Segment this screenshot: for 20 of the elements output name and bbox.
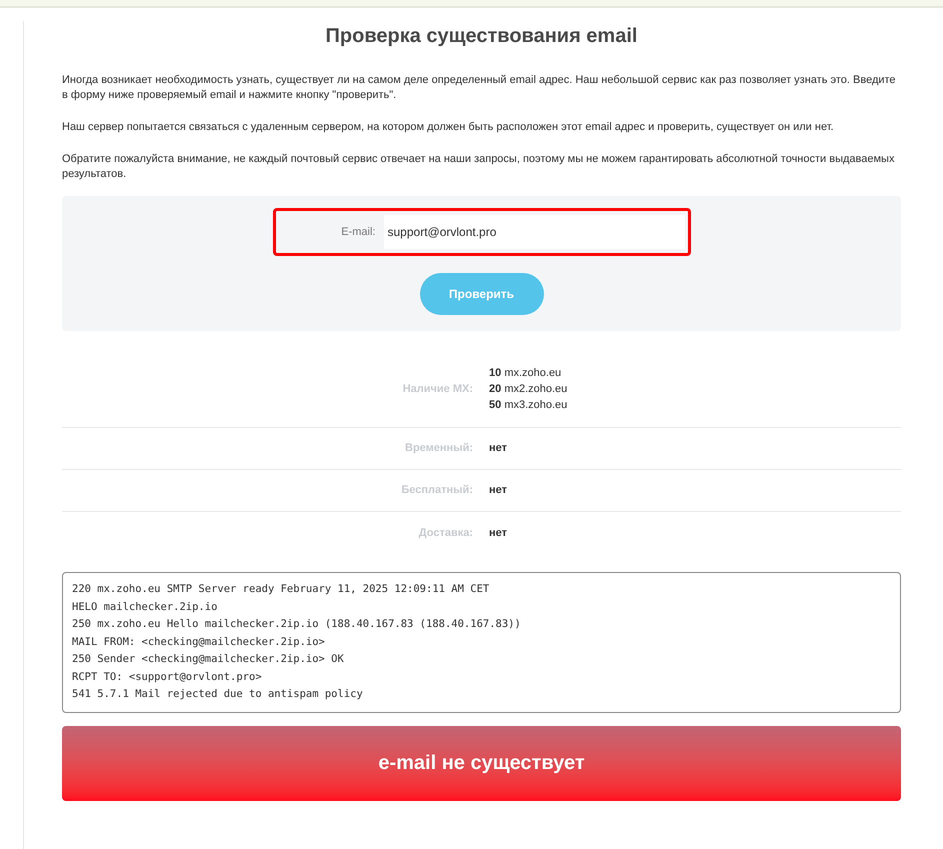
log-line: 250 Sender <checking@mailchecker.2ip.io> OK	[72, 652, 345, 667]
log-line: RCPT TO: <support@orvlont.pro>	[72, 670, 263, 684]
email-label: E-mail:	[340, 224, 376, 240]
intro-paragraph: Иногда возникает необходимость узнать, существует ли на самом деле определенный email адрес. Наш небольшой сервис как раз позволяет узнать это. Введите в форму ниже проверяемый email и нажмите кнопку "проверить".	[62, 73, 897, 103]
result-text: e-mail не существует	[378, 751, 585, 776]
mx-record: 20 mx2.zoho.eu	[489, 382, 568, 397]
result-value: нет	[489, 484, 508, 496]
result-value: нет	[489, 442, 508, 454]
log-line: HELO mailchecker.2ip.io	[72, 600, 218, 614]
log-line: MAIL FROM: <checking@mailchecker.2ip.io>	[72, 634, 326, 650]
result-value: нет	[489, 526, 508, 539]
page-title: Проверка существования email	[324, 24, 638, 49]
log-line: 541 5.7.1 Mail rejected due to antispam policy	[72, 687, 364, 702]
mx-record: 10 mx.zoho.eu	[489, 366, 562, 381]
intro-paragraph: Обратите пожалуйста внимание, не каждый почтовый сервис отвечает на наши запросы, поэтому мы не можем гарантировать абсолютной точности выдаваемых результатов.	[62, 152, 896, 182]
log-line: 220 mx.zoho.eu SMTP Server ready February 11, 2025 12:09:11 AM CET	[72, 582, 490, 597]
intro-paragraph: Наш сервер попытается связаться с удаленным сервером, на котором должен быть расположен этот email адрес и проверить, существует он или нет.	[62, 120, 835, 135]
mx-record: 50 mx3.zoho.eu	[489, 398, 568, 413]
log-line: 250 mx.zoho.eu Hello mailchecker.2ip.io (188.40.167.83 (188.40.167.83))	[72, 617, 522, 632]
email-input[interactable]: support@orvlont.pro	[384, 215, 684, 249]
